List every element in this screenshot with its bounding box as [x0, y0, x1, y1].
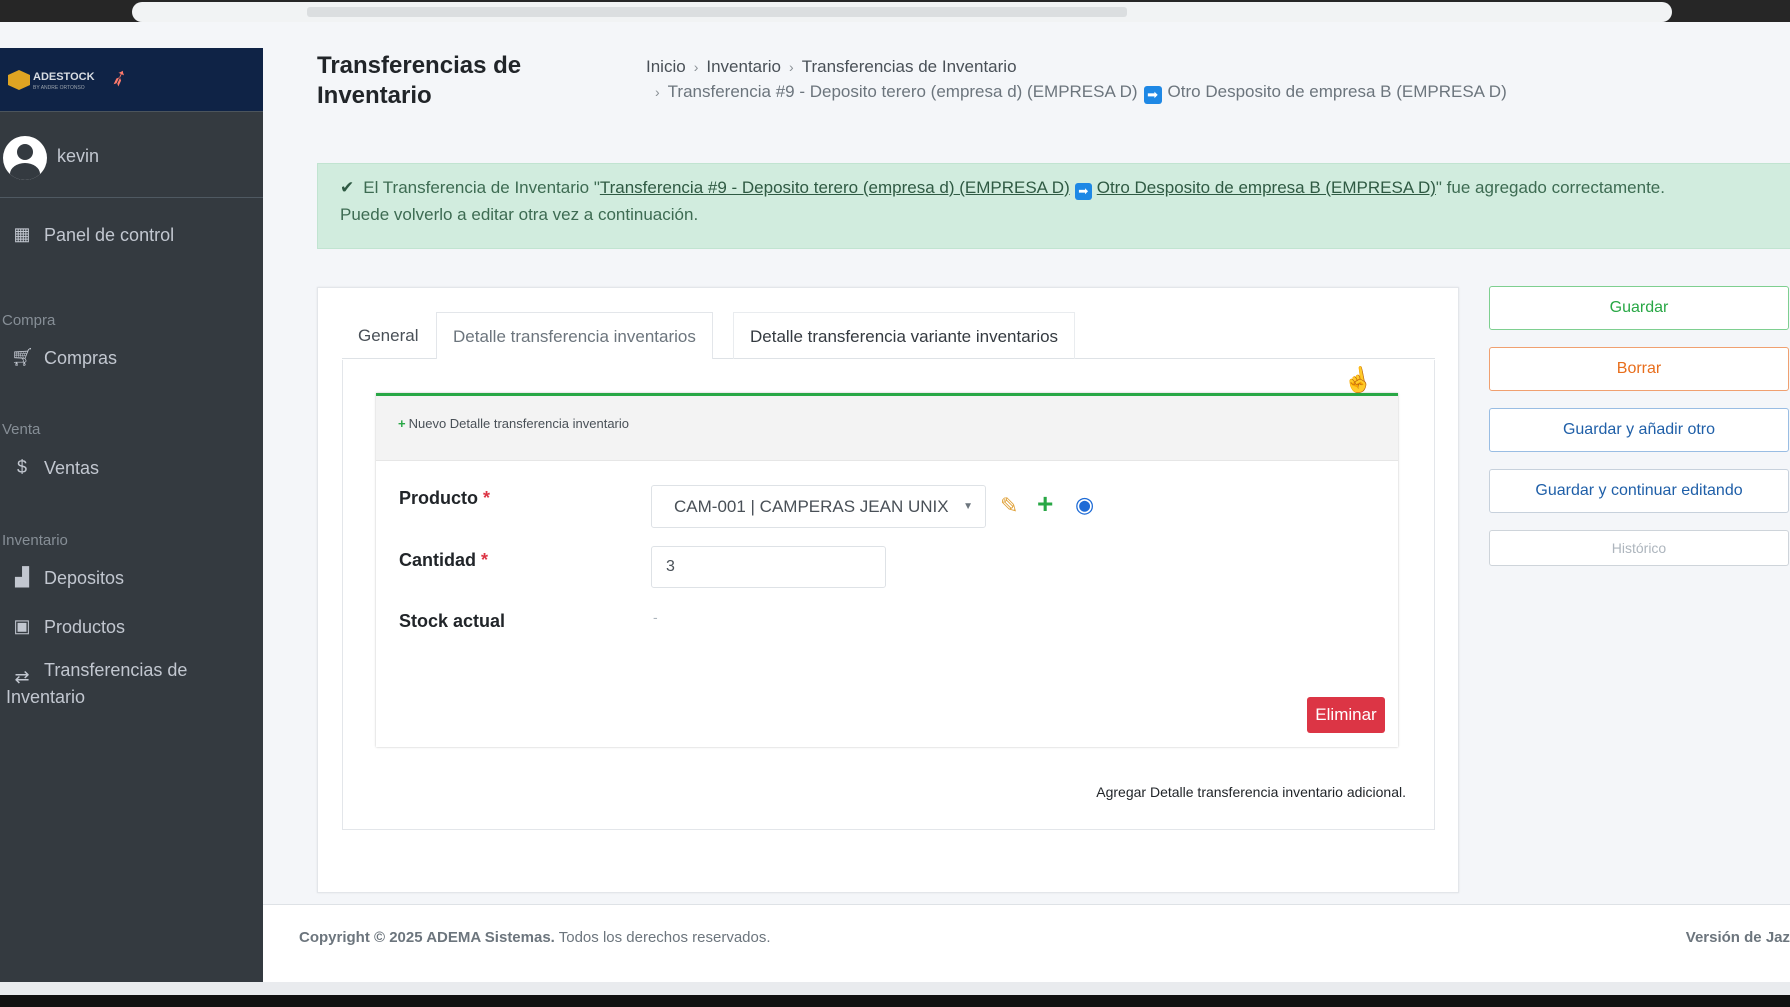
user-panel[interactable]: kevin: [0, 112, 263, 198]
new-detail-label: Nuevo Detalle transferencia inventario: [408, 416, 629, 431]
logo-icon: [8, 70, 30, 90]
save-button[interactable]: Guardar: [1489, 286, 1789, 330]
tab-detalle-transferencia[interactable]: Detalle transferencia inventarios: [436, 312, 713, 359]
new-detail-link[interactable]: + Nuevo Detalle transferencia inventario: [398, 416, 629, 431]
chevron-right-icon: ›: [655, 84, 660, 100]
sidebar-item-label: Panel de control: [44, 225, 175, 245]
page-viewport: ADESTOCK BY ANDRE ORTONSO ➶ kevin ▦ Pane…: [0, 22, 1790, 982]
pointer-cursor-icon: ☝: [1340, 364, 1376, 397]
alert-suffix: " fue agregado correctamente.: [1435, 178, 1665, 197]
delete-button[interactable]: Borrar: [1489, 347, 1789, 391]
alert-prefix: El Transferencia de Inventario ": [363, 178, 600, 197]
product-select-value: CAM-001 | CAMPERAS JEAN UNIX: [674, 497, 949, 516]
add-another-detail-link[interactable]: Agregar Detalle transferencia inventario…: [1096, 784, 1406, 800]
address-bar-text: [307, 7, 1127, 17]
footer-rights: Todos los derechos reservados.: [558, 929, 771, 946]
inline-detail-card: + Nuevo Detalle transferencia inventario …: [376, 393, 1398, 747]
eye-icon[interactable]: ◉: [1075, 492, 1094, 518]
sidebar-item-depositos[interactable]: ▟ Depositos: [0, 558, 263, 598]
success-alert: ✔ El Transferencia de Inventario "Transfe…: [317, 163, 1790, 249]
breadcrumb: Inicio › Inventario › Transferencias de Inve…: [646, 53, 1017, 81]
plus-icon: +: [398, 416, 406, 431]
breadcrumb-inventario[interactable]: Inventario: [706, 57, 781, 76]
sidebar-item-label: Compras: [44, 348, 118, 368]
required-mark: *: [483, 488, 491, 508]
sidebar-item-productos[interactable]: ▣ Productos: [0, 607, 263, 647]
breadcrumb-current: › Transferencia #9 - Deposito terero (emp…: [655, 78, 1507, 106]
main-content: Transferencias de Inventario Inicio › Inve…: [263, 48, 1790, 982]
check-icon: ✔: [340, 178, 355, 197]
sidebar-item-label: Ventas: [44, 458, 100, 478]
quantity-input[interactable]: 3: [651, 546, 886, 588]
brand-subtitle: BY ANDRE ORTONSO: [33, 85, 85, 91]
delete-detail-button[interactable]: Eliminar: [1307, 697, 1385, 733]
product-select[interactable]: CAM-001 | CAMPERAS JEAN UNIX ▼: [651, 485, 986, 528]
sidebar-item-dashboard[interactable]: ▦ Panel de control: [0, 215, 263, 255]
sidebar-item-compras[interactable]: 🛒︎ Compras: [0, 338, 263, 378]
sidebar-item-label-line2: Inventario: [6, 687, 86, 707]
sidebar-item-label: Productos: [44, 617, 126, 637]
page-title: Transferencias de Inventario: [317, 52, 522, 109]
taskbar: [0, 982, 1790, 1007]
footer-version: Versión de Jaz: [1685, 929, 1790, 946]
footer: Copyright © 2025 ADEMA Sistemas. Todos l…: [263, 904, 1790, 982]
required-mark: *: [481, 550, 489, 570]
nav-header-venta: Venta: [2, 421, 41, 438]
add-icon[interactable]: +: [1037, 488, 1053, 520]
alert-object-link[interactable]: Transferencia #9 - Deposito terero (empr…: [599, 178, 1436, 200]
box-icon: ▣: [13, 616, 31, 636]
browser-toolbar: [0, 0, 1790, 22]
arrow-right-icon: ➡: [1143, 86, 1162, 104]
chevron-right-icon: ›: [789, 59, 794, 75]
tab-panel: + Nuevo Detalle transferencia inventario …: [342, 360, 1435, 830]
tab-bar: General Detalle transferencia inventario…: [342, 312, 1435, 359]
sidebar: ADESTOCK BY ANDRE ORTONSO ➶ kevin ▦ Pane…: [0, 48, 263, 982]
chart-icon: ▟: [15, 567, 29, 587]
sidebar-item-transferencias[interactable]: ⇄ Transferencias de Inventario: [0, 658, 263, 718]
tab-detalle-variante[interactable]: Detalle transferencia variante inventari…: [733, 312, 1076, 359]
quantity-label: Cantidad *: [399, 550, 488, 571]
sidebar-item-label: Transferencias de: [44, 660, 188, 680]
product-label: Producto *: [399, 488, 490, 509]
footer-copyright: Copyright © 2025 ADEMA Sistemas. Todos l…: [299, 929, 771, 946]
save-and-continue-button[interactable]: Guardar y continuar editando: [1489, 469, 1789, 513]
history-button[interactable]: Histórico: [1489, 530, 1789, 566]
product-label-text: Producto: [399, 488, 478, 508]
rocket-icon: ➶: [106, 62, 132, 93]
avatar: [3, 136, 47, 180]
arrow-right-icon: ➡: [1074, 183, 1092, 200]
alert-message-line2: Puede volverlo a editar otra vez a conti…: [340, 205, 699, 224]
dollar-icon: $: [16, 457, 27, 477]
breadcrumb-current-from: Transferencia #9 - Deposito terero (empr…: [667, 82, 1138, 101]
screen-frame: ADESTOCK BY ANDRE ORTONSO ➶ kevin ▦ Pane…: [0, 0, 1790, 1007]
brand-bar[interactable]: ADESTOCK BY ANDRE ORTONSO ➶: [0, 48, 263, 112]
cart-icon: 🛒︎: [11, 347, 34, 367]
stock-value: -: [653, 609, 658, 625]
footer-copyright-owner: Copyright © 2025 ADEMA Sistemas.: [299, 929, 555, 946]
chevron-right-icon: ›: [693, 59, 699, 75]
address-bar[interactable]: [132, 2, 1672, 22]
alert-link-to: Otro Desposito de empresa B (EMPRESA D): [1096, 178, 1436, 197]
stock-label: Stock actual: [399, 611, 506, 631]
breadcrumb-current-to: Otro Desposito de empresa B (EMPRESA D): [1167, 82, 1507, 101]
pencil-icon[interactable]: ✎: [1000, 493, 1018, 519]
save-and-add-button[interactable]: Guardar y añadir otro: [1489, 408, 1789, 452]
brand-name: ADESTOCK: [33, 71, 95, 83]
dashboard-icon: ▦: [13, 224, 31, 244]
caret-down-icon: ▼: [963, 501, 973, 512]
sidebar-item-label: Depositos: [44, 568, 125, 588]
breadcrumb-inicio[interactable]: Inicio: [646, 57, 686, 76]
user-name: kevin: [57, 146, 100, 166]
sidebar-item-ventas[interactable]: $ Ventas: [0, 448, 263, 488]
alert-message: ✔ El Transferencia de Inventario "Transfe…: [340, 174, 1665, 202]
alert-link-from: Transferencia #9 - Deposito terero (empr…: [599, 178, 1070, 197]
tab-general[interactable]: General: [342, 312, 434, 359]
nav-header-compra: Compra: [2, 312, 56, 329]
form-card: General Detalle transferencia inventario…: [317, 287, 1459, 893]
breadcrumb-transferencias[interactable]: Transferencias de Inventario: [802, 57, 1017, 76]
nav-header-inventario: Inventario: [2, 532, 68, 549]
quantity-label-text: Cantidad: [399, 550, 477, 570]
inline-card-header: + Nuevo Detalle transferencia inventario: [376, 396, 1398, 461]
